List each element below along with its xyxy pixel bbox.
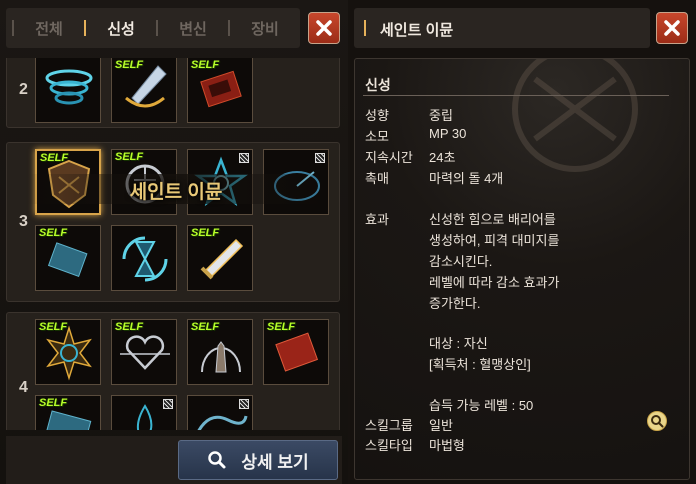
skill-slot-heart[interactable]: SELF <box>111 319 177 385</box>
skill-slot-prayer[interactable]: SELF <box>187 319 253 385</box>
learn-level-line: 습득 가능 레벨 : 50 <box>429 398 534 413</box>
close-icon <box>316 20 332 36</box>
effect-line: 생성하여, 피격 대미지를 <box>429 233 560 248</box>
self-badge: SELF <box>39 321 68 333</box>
effect-line: 레벨에 따라 감소 효과가 <box>429 275 560 290</box>
attr-label-duration: 지속시간 <box>365 150 413 165</box>
skill-slot-hourglass[interactable] <box>111 225 177 291</box>
tab-all[interactable]: 전체 <box>14 18 84 39</box>
skill-detail-panel: 세인트 이뮨 신성 성향 중립 소모 MP 30 지속시간 24초 촉매 마력의… <box>350 0 696 484</box>
attr-label-cost: 소모 <box>365 129 389 144</box>
skill-row-4: 4 SELF SELF SELF SELF SELF <box>6 312 340 430</box>
tab-bar: 전체 신성 변신 장비 <box>6 8 300 48</box>
effect-line: 증가한다. <box>429 296 481 311</box>
effect-line: 신성한 힘으로 배리어를 <box>429 212 556 227</box>
skill-slot-red-tome[interactable]: SELF <box>263 319 329 385</box>
skill-group-label: 스킬그룹 <box>365 418 413 433</box>
close-button-left[interactable] <box>308 12 340 44</box>
skill-slot-tome[interactable]: SELF <box>187 58 253 123</box>
skill-list-panel: 전체 신성 변신 장비 2 SELF SELF 세인트 이뮨 3 SELF SE… <box>0 0 348 484</box>
self-badge: SELF <box>191 227 220 239</box>
search-icon <box>208 451 226 469</box>
row-level-label: 2 <box>19 81 28 98</box>
attr-value-duration: 24초 <box>429 150 456 165</box>
selected-skill-name: 세인트 이뮨 <box>129 182 223 203</box>
skill-row-3: 3 SELF SELF SELF SELF <box>6 142 340 302</box>
tab-equipment[interactable]: 장비 <box>230 18 300 39</box>
skill-slot-blade-buff[interactable]: SELF <box>111 58 177 123</box>
effect-line: 감소시킨다. <box>429 254 493 269</box>
zoom-button[interactable] <box>647 411 667 431</box>
target-line: 대상 : 자신 <box>429 336 488 351</box>
app-root: 전체 신성 변신 장비 2 SELF SELF 세인트 이뮨 3 SELF SE… <box>0 0 696 484</box>
skill-grid-scroll[interactable]: 2 SELF SELF 세인트 이뮨 3 SELF SELF SELF SELF… <box>6 58 342 430</box>
detail-header: 세인트 이뮨 <box>354 8 650 48</box>
attr-value-alignment: 중립 <box>429 108 453 123</box>
header-accent-bar <box>364 20 366 36</box>
attr-value-cost: MP 30 <box>429 126 467 141</box>
detail-view-label: 상세 보기 <box>241 452 309 472</box>
skill-slot-stone-tablet[interactable]: SELF <box>35 225 101 291</box>
skill-group-value: 일반 <box>429 418 453 433</box>
category-divider <box>363 95 669 96</box>
self-badge: SELF <box>39 227 68 239</box>
attr-label-catalyst: 촉매 <box>365 171 389 186</box>
close-button-right[interactable] <box>656 12 688 44</box>
skill-type-value: 마법형 <box>429 438 465 453</box>
skill-slot-sun-spiral[interactable]: SELF <box>35 319 101 385</box>
locked-icon <box>315 153 325 163</box>
hourglass-icon <box>122 236 168 282</box>
row-level-label: 3 <box>19 213 28 230</box>
self-badge: SELF <box>115 321 144 333</box>
close-icon <box>664 20 680 36</box>
skill-slot-whirlwind[interactable] <box>35 58 101 123</box>
detail-body[interactable]: 신성 성향 중립 소모 MP 30 지속시간 24초 촉매 마력의 돌 4개 효… <box>354 58 690 480</box>
self-badge: SELF <box>115 151 144 163</box>
locked-icon <box>163 399 173 409</box>
skill-type-label: 스킬타입 <box>365 438 413 453</box>
locked-icon <box>239 153 249 163</box>
skill-slot-holy-blade[interactable]: SELF <box>187 225 253 291</box>
detail-title: 세인트 이뮨 <box>380 22 454 39</box>
self-badge: SELF <box>191 321 220 333</box>
attr-label-alignment: 성향 <box>365 108 389 123</box>
acquire-line: [획득처 : 혈맹상인] <box>429 357 531 372</box>
selected-skill-banner: 세인트 이뮨 <box>26 174 326 204</box>
self-badge: SELF <box>39 397 68 409</box>
self-badge: SELF <box>40 152 69 164</box>
row-level-label: 4 <box>19 379 28 396</box>
effect-label: 효과 <box>365 212 389 227</box>
tab-transform[interactable]: 변신 <box>158 18 228 39</box>
locked-icon <box>239 399 249 409</box>
self-badge: SELF <box>115 59 144 71</box>
skill-slot-flame[interactable] <box>111 395 177 430</box>
zoom-icon <box>651 415 664 428</box>
background-emblem-icon <box>512 59 638 172</box>
skill-row-2: 2 SELF SELF <box>6 58 340 128</box>
detail-view-button[interactable]: 상세 보기 <box>178 440 338 480</box>
skill-slot-wave[interactable] <box>187 395 253 430</box>
self-badge: SELF <box>267 321 296 333</box>
self-badge: SELF <box>191 59 220 71</box>
whirlwind-icon <box>45 69 93 105</box>
skill-slot-blue-tablet[interactable]: SELF <box>35 395 101 430</box>
attr-value-catalyst: 마력의 돌 4개 <box>429 171 504 186</box>
skill-category: 신성 <box>365 77 391 93</box>
tab-divine[interactable]: 신성 <box>86 18 156 39</box>
